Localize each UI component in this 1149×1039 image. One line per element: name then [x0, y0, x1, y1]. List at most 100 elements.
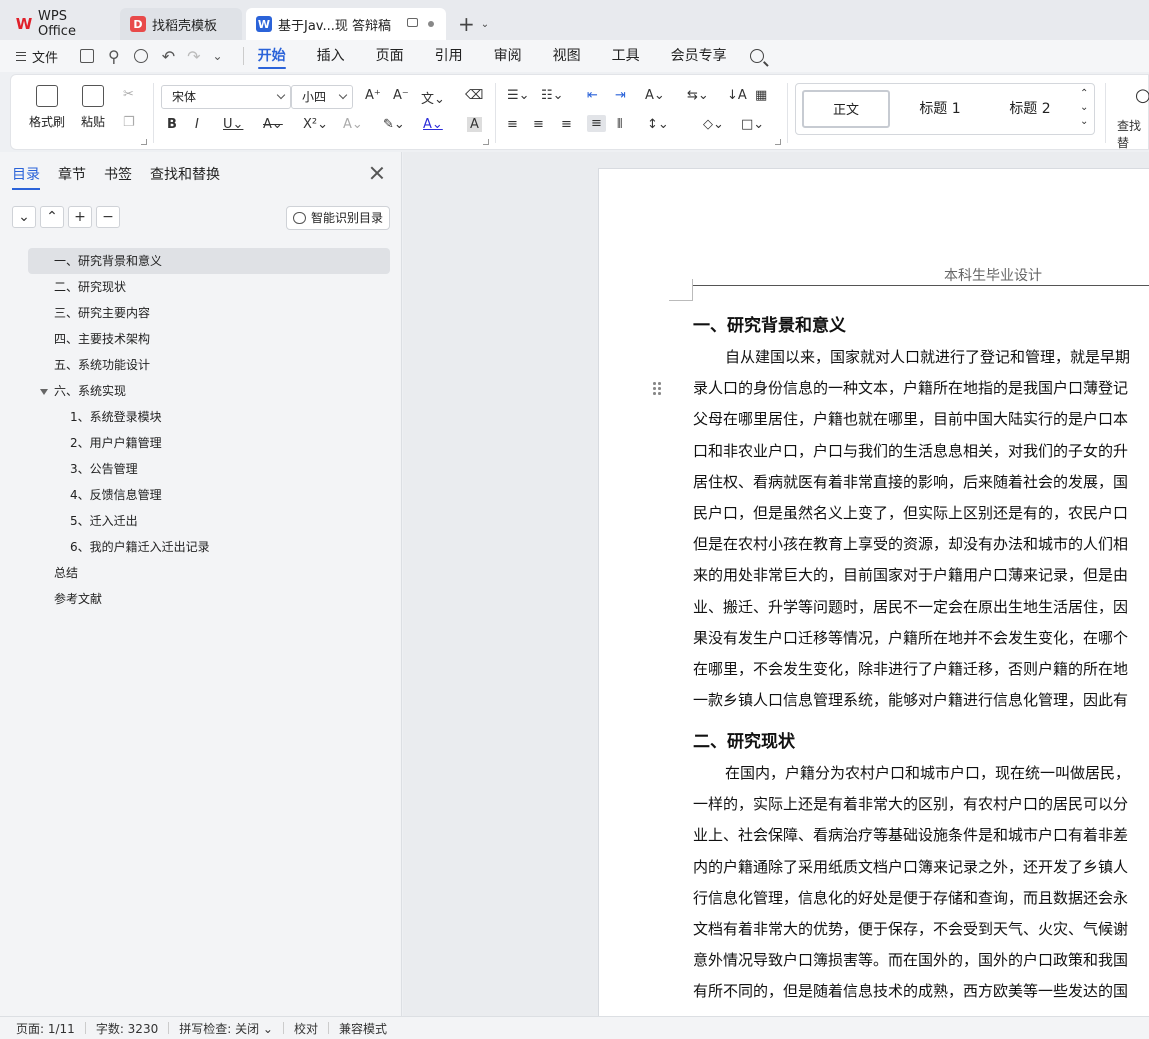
clipboard-dialog-icon[interactable] — [141, 139, 147, 145]
collapse-button[interactable]: ⌄ — [12, 206, 36, 228]
document-page[interactable]: 本科生毕业设计 一、研究背景和意义 自从建国以来，国家就对人口就进行了登记和管理… — [598, 168, 1149, 1016]
shading-icon[interactable]: ◇⌄ — [703, 117, 724, 132]
toc-item[interactable]: 总结 — [28, 560, 390, 586]
style-heading-1[interactable]: 标题 1 — [900, 90, 980, 128]
sort-icon[interactable]: ↓A — [727, 88, 747, 103]
spell-check-toggle[interactable]: 拼写检查: 关闭 ⌄ — [179, 1020, 273, 1037]
tab-wps-office[interactable]: W WPS Office — [6, 8, 116, 40]
decrease-indent-icon[interactable]: ⇤ — [587, 88, 598, 103]
redo-icon[interactable]: ↷ — [187, 47, 200, 66]
file-menu-button[interactable]: 文件 — [16, 47, 58, 66]
word-count[interactable]: 字数: 3230 — [96, 1020, 158, 1037]
grow-font-icon[interactable]: A⁺ — [365, 88, 381, 103]
toc-item[interactable]: 二、研究现状 — [28, 274, 390, 300]
font-name-select[interactable]: 宋体 — [161, 85, 291, 109]
paste-button[interactable]: 粘贴 — [71, 81, 115, 130]
shrink-font-icon[interactable]: A⁻ — [393, 88, 409, 103]
char-shading-icon[interactable]: A — [467, 117, 482, 132]
tab-insert[interactable]: 插入 — [317, 40, 345, 72]
tab-current-document[interactable]: W 基于Jav...现 答辩稿 — [246, 8, 446, 40]
nav-tab-find-replace[interactable]: 查找和替换 — [150, 164, 220, 190]
tab-references[interactable]: 引用 — [435, 40, 463, 72]
section-paragraph[interactable]: 自从建国以来，国家就对人口就进行了登记和管理，就是早期 录人口的身份信息的一种文… — [693, 342, 1149, 716]
toc-item-expandable[interactable]: 六、系统实现 — [28, 378, 390, 404]
tab-review[interactable]: 审阅 — [494, 40, 522, 72]
find-replace-label[interactable]: 查找替 — [1117, 117, 1148, 151]
copy-icon[interactable]: ❐ — [123, 115, 135, 130]
expand-up-button[interactable]: ⌃ — [40, 206, 64, 228]
italic-icon[interactable]: I — [195, 117, 199, 132]
text-direction-icon[interactable]: ⇆⌄ — [687, 88, 709, 103]
toc-item[interactable]: 2、用户户籍管理 — [28, 430, 390, 456]
nav-tab-sections[interactable]: 章节 — [58, 164, 86, 190]
add-heading-button[interactable]: + — [68, 206, 92, 228]
show-marks-icon[interactable]: ▦ — [755, 88, 767, 103]
section-heading[interactable]: 二、研究现状 — [693, 727, 795, 752]
toc-item[interactable]: 5、迁入迁出 — [28, 508, 390, 534]
chevron-down-icon[interactable]: ⌄ — [481, 19, 489, 30]
style-scroll-up-icon[interactable]: ⌃ — [1080, 88, 1088, 99]
document-canvas[interactable]: 本科生毕业设计 一、研究背景和意义 自从建国以来，国家就对人口就进行了登记和管理… — [403, 152, 1149, 1016]
close-icon[interactable] — [370, 166, 384, 180]
numbered-list-icon[interactable]: ☷⌄ — [541, 88, 564, 103]
toc-item[interactable]: 参考文献 — [28, 586, 390, 612]
page-count[interactable]: 页面: 1/11 — [16, 1020, 75, 1037]
toc-item[interactable]: 三、研究主要内容 — [28, 300, 390, 326]
more-chevron-icon[interactable]: ⌄ — [213, 49, 223, 63]
border-icon[interactable]: □⌄ — [741, 117, 764, 132]
section-paragraph[interactable]: 在国内，户籍分为农村户口和城市户口，现在统一叫做居民， 一样的，实际上还是有着非… — [693, 758, 1149, 1008]
tab-view[interactable]: 视图 — [553, 40, 581, 72]
page-header[interactable]: 本科生毕业设计 — [944, 265, 1042, 285]
style-heading-2[interactable]: 标题 2 — [990, 90, 1070, 128]
proofread-button[interactable]: 校对 — [294, 1020, 318, 1037]
style-normal[interactable]: 正文 — [802, 90, 890, 128]
tab-page[interactable]: 页面 — [376, 40, 404, 72]
link-icon[interactable]: ⚲ — [108, 47, 120, 66]
save-icon[interactable] — [80, 49, 95, 63]
distribute-icon[interactable]: ⫴ — [617, 117, 622, 132]
tab-docer-templates[interactable]: D 找稻壳模板 — [120, 8, 242, 40]
toc-item[interactable]: 3、公告管理 — [28, 456, 390, 482]
highlight-icon[interactable]: ✎⌄ — [383, 117, 405, 132]
cut-icon[interactable]: ✂ — [123, 87, 134, 102]
nav-tab-bookmarks[interactable]: 书签 — [104, 164, 132, 190]
expand-caret-icon[interactable] — [40, 389, 48, 395]
paragraph-dialog-icon[interactable] — [775, 139, 781, 145]
bullet-list-icon[interactable]: ☰⌄ — [507, 88, 530, 103]
clear-format-icon[interactable]: ⌫ — [465, 88, 483, 103]
toc-item[interactable]: 五、系统功能设计 — [28, 352, 390, 378]
strikethrough-icon[interactable]: A⌄ — [263, 117, 283, 132]
justify-icon[interactable]: ≡ — [587, 115, 606, 132]
toc-item[interactable]: 1、系统登录模块 — [28, 404, 390, 430]
toc-item[interactable]: 6、我的户籍迁入迁出记录 — [28, 534, 390, 560]
find-icon[interactable]: ○ — [1135, 85, 1149, 106]
section-heading[interactable]: 一、研究背景和意义 — [693, 311, 846, 336]
print-preview-icon[interactable] — [133, 49, 148, 63]
smart-toc-button[interactable]: 智能识别目录 — [286, 206, 390, 230]
align-left-icon[interactable]: ≡ — [507, 117, 518, 132]
tab-tools[interactable]: 工具 — [612, 40, 640, 72]
bold-icon[interactable]: B — [167, 117, 177, 132]
format-painter-button[interactable]: 格式刷 — [25, 81, 69, 130]
phonetic-guide-icon[interactable]: 文⌄ — [421, 88, 445, 107]
new-tab-button[interactable]: + ⌄ — [458, 8, 489, 40]
align-right-icon[interactable]: ≡ — [561, 117, 572, 132]
line-spacing-icon[interactable]: ↕⌄ — [647, 117, 669, 132]
increase-indent-icon[interactable]: ⇥ — [615, 88, 626, 103]
tab-member[interactable]: 会员专享 — [671, 40, 727, 72]
undo-icon[interactable]: ↶ — [162, 47, 175, 66]
remove-heading-button[interactable]: − — [96, 206, 120, 228]
superscript-icon[interactable]: X²⌄ — [303, 117, 328, 132]
toc-item[interactable]: 4、反馈信息管理 — [28, 482, 390, 508]
unsaved-dot-icon[interactable] — [428, 21, 434, 27]
window-mode-icon[interactable] — [407, 18, 418, 27]
style-more-icon[interactable]: ⌄ — [1080, 116, 1088, 127]
toc-item[interactable]: 一、研究背景和意义 — [28, 248, 390, 274]
search-icon[interactable] — [749, 49, 764, 63]
tab-home[interactable]: 开始 — [257, 40, 286, 72]
font-color-icon[interactable]: A⌄ — [423, 117, 443, 132]
style-scroll-down-icon[interactable]: ⌄ — [1080, 102, 1088, 113]
text-effect-icon[interactable]: A⌄ — [343, 117, 363, 132]
paragraph-drag-handle-icon[interactable] — [653, 382, 661, 396]
align-center-icon[interactable]: ≡ — [533, 117, 544, 132]
